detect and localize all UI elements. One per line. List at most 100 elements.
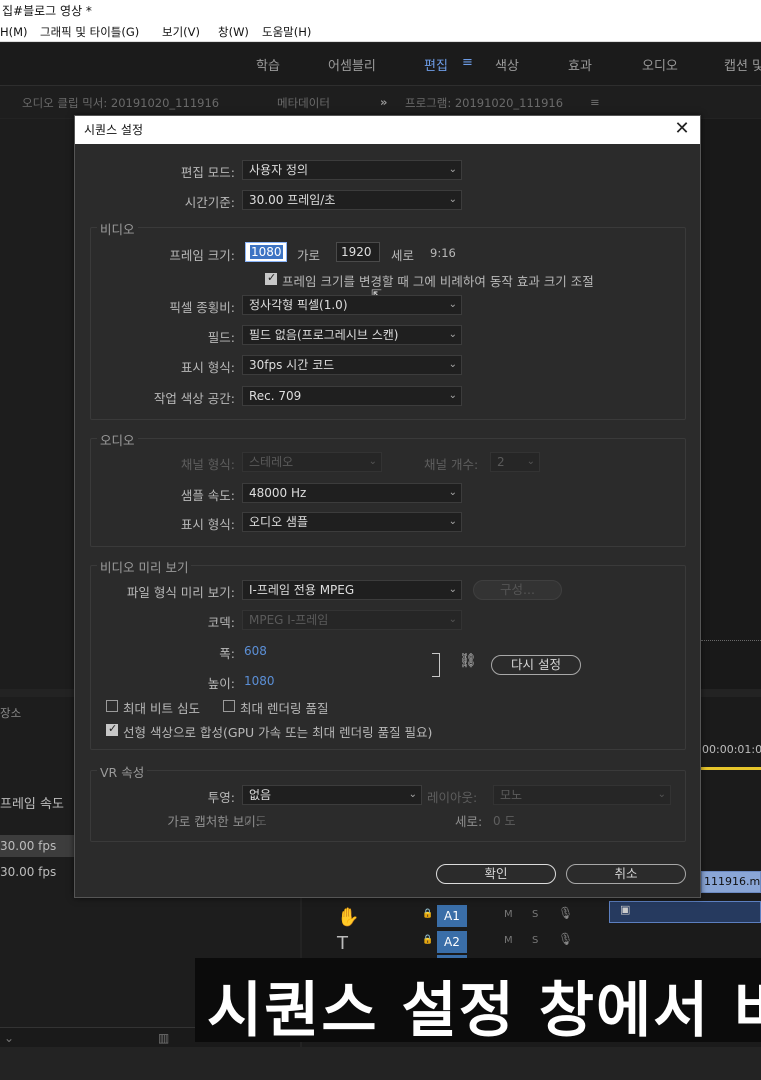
chevron-down-icon: ⌄ (368, 456, 377, 467)
channel-count-label: 채널 개수: (424, 457, 479, 472)
dialog-title: 시퀀스 설정 (75, 116, 700, 144)
list-view-icon[interactable]: ▥ (158, 1031, 169, 1045)
edit-mode-select[interactable]: 사용자 정의 ⌄ (242, 160, 462, 180)
chevron-down-icon: ⌄ (448, 584, 457, 595)
close-icon[interactable]: ✕ (672, 119, 692, 139)
workspace-tab-audio[interactable]: 오디오 (642, 55, 678, 74)
vertical-view-label: 세로: (455, 814, 483, 829)
workspace-bar: 학습 어셈블리 편집 ≡ 색상 효과 오디오 캡션 및 (0, 43, 761, 85)
preview-height-value[interactable]: 1080 (244, 674, 275, 688)
link-chain-icon[interactable]: ⛓ (459, 653, 477, 669)
audio-display-format-label: 표시 형식: (180, 517, 235, 532)
frame-rate-column-header: 프레임 속도 (0, 797, 64, 812)
chevron-down-icon: ⌄ (448, 359, 457, 370)
project-tab[interactable]: 장소 (0, 705, 21, 721)
menu-item[interactable]: H(M) (0, 22, 28, 42)
preview-file-format-select[interactable]: I-프레임 전용 MPEG ⌄ (242, 580, 462, 600)
reset-button[interactable]: 다시 설정 (491, 655, 581, 675)
workspace-tab-learn[interactable]: 학습 (256, 55, 280, 74)
workspace-tab-captions[interactable]: 캡션 및 (724, 55, 761, 74)
workspace-tab-assembly[interactable]: 어셈블리 (328, 55, 376, 74)
tab-audio-clip-mixer[interactable]: 오디오 클립 믹서: 20191020_111916 (22, 95, 219, 111)
sample-rate-select[interactable]: 48000 Hz ⌄ (242, 483, 462, 503)
linear-color-checkbox[interactable] (106, 722, 118, 736)
max-bit-depth-checkbox[interactable] (106, 700, 118, 712)
pixel-aspect-label: 픽셀 종횡비: (169, 300, 235, 315)
ok-button[interactable]: 확인 (436, 864, 556, 884)
mic-icon[interactable]: 🎙 (558, 906, 573, 920)
clip-name[interactable]: 111916.mp (704, 875, 761, 888)
chevron-down-icon: ⌄ (448, 194, 457, 205)
layout-label: 레이아웃: (427, 790, 478, 805)
solo-button[interactable]: S (532, 909, 538, 920)
preview-width-value[interactable]: 608 (244, 644, 267, 658)
hand-tool-icon[interactable]: ✋ (337, 907, 359, 928)
channel-count-select[interactable]: 2 ⌄ (490, 452, 540, 472)
projection-select[interactable]: 없음 ⌄ (242, 785, 422, 805)
caption-text: 시퀀스 설정 창에서 비디오 프 (207, 976, 761, 1042)
chevron-down-icon: ⌄ (448, 614, 457, 625)
lock-icon[interactable]: 🔒 (422, 935, 433, 945)
menu-item-window[interactable]: 창(W) (218, 22, 249, 42)
preview-file-format-label: 파일 형식 미리 보기: (126, 585, 235, 600)
program-ruler (701, 640, 761, 644)
menu-item-help[interactable]: 도움말(H) (262, 22, 311, 42)
captured-view-value[interactable]: 0 도 (244, 812, 267, 829)
display-format-select[interactable]: 30fps 시간 코드 ⌄ (242, 355, 462, 375)
expand-panels-icon[interactable]: » (380, 95, 387, 109)
track-a2[interactable]: A2 (444, 935, 460, 949)
chevron-down-icon: ⌄ (448, 390, 457, 401)
audio-display-format-select[interactable]: 오디오 샘플 ⌄ (242, 512, 462, 532)
frame-size-label: 프레임 크기: (169, 248, 235, 263)
program-menu-icon[interactable]: ≡ (590, 95, 600, 109)
timebase-select[interactable]: 30.00 프레임/초 ⌄ (242, 190, 462, 210)
codec-select[interactable]: MPEG I-프레임 ⌄ (242, 610, 462, 630)
tab-program-monitor[interactable]: 프로그램: 20191020_111916 (405, 95, 563, 111)
color-space-select[interactable]: Rec. 709 ⌄ (242, 386, 462, 406)
horizontal-label: 가로 (297, 248, 321, 263)
vr-group (90, 770, 686, 842)
chevron-down-icon: ⌄ (448, 329, 457, 340)
workspace-tab-edit[interactable]: 편집 (424, 55, 448, 74)
video-group-title: 비디오 (97, 219, 138, 238)
pixel-aspect-select[interactable]: 정사각형 픽셀(1.0) ⌄ (242, 295, 462, 315)
aspect-ratio: 9:16 (430, 246, 456, 260)
sequence-settings-dialog: 시퀀스 설정 ✕ 편집 모드: 사용자 정의 ⌄ 시간기준: 30.00 프레임/… (74, 115, 701, 898)
panel-headers: 오디오 클립 믹서: 20191020_111916 메타데이터 » 프로그램:… (0, 85, 761, 118)
vertical-view-value[interactable]: 0 도 (493, 812, 516, 829)
frame-height-input[interactable]: 1920 (336, 242, 380, 262)
frame-width-input[interactable]: 1080 (245, 242, 287, 262)
solo-button[interactable]: S (532, 935, 538, 946)
chevron-down-icon: ⌄ (448, 164, 457, 175)
configure-button[interactable]: 구성... (473, 580, 562, 600)
max-render-quality-checkbox[interactable] (223, 700, 235, 712)
chevron-down-icon: ⌄ (448, 516, 457, 527)
scale-motion-checkbox[interactable] (265, 271, 277, 285)
layout-select[interactable]: 모노 ⌄ (493, 785, 671, 805)
edit-mode-label: 편집 모드: (180, 165, 235, 180)
menu-item-graphics[interactable]: 그래픽 및 타이틀(G) (40, 22, 139, 42)
workspace-tab-color[interactable]: 색상 (495, 55, 519, 74)
type-tool-icon[interactable]: T (337, 933, 348, 954)
chevron-down-icon: ⌄ (408, 789, 417, 800)
channel-format-select[interactable]: 스테레오 ⌄ (242, 452, 382, 472)
chevron-down-icon: ⌄ (448, 299, 457, 310)
channel-format-label: 채널 형식: (180, 457, 235, 472)
chevron-down-icon: ⌄ (526, 456, 535, 467)
mute-button[interactable]: M (504, 909, 513, 920)
workspace-tab-effects[interactable]: 효과 (568, 55, 592, 74)
cancel-button[interactable]: 취소 (566, 864, 686, 884)
track-a1[interactable]: A1 (444, 909, 460, 923)
fps-value: 30.00 fps (0, 865, 57, 879)
max-render-quality-label: 최대 렌더링 품질 (240, 701, 329, 716)
lock-icon[interactable]: 🔒 (422, 909, 433, 919)
menu-item-view[interactable]: 보기(V) (162, 22, 200, 42)
panel-chevron-icon[interactable]: ⌄ (4, 1031, 14, 1045)
scale-motion-label: 프레임 크기를 변경할 때 그에 비례하여 동작 효과 크기 조절 (282, 274, 594, 289)
linear-color-label: 선형 색상으로 합성(GPU 가속 또는 최대 렌더링 품질 필요) (123, 725, 433, 740)
tab-metadata[interactable]: 메타데이터 (277, 95, 330, 111)
mute-button[interactable]: M (504, 935, 513, 946)
fields-select[interactable]: 필드 없음(프로그레시브 스캔) ⌄ (242, 325, 462, 345)
mic-icon[interactable]: 🎙 (558, 932, 573, 946)
workspace-menu-icon[interactable]: ≡ (462, 55, 473, 70)
